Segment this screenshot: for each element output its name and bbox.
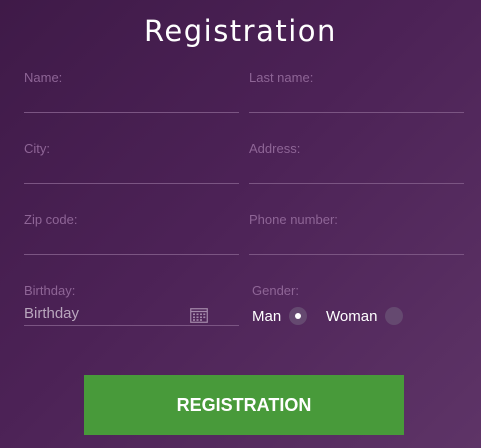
phone-number-field-group: Phone number: xyxy=(249,212,464,260)
gender-woman-radio[interactable] xyxy=(385,307,404,325)
zip-code-input[interactable] xyxy=(24,230,239,255)
gender-option-woman[interactable]: Woman xyxy=(326,305,404,327)
name-label: Name: xyxy=(24,70,63,85)
address-label: Address: xyxy=(249,141,301,156)
phone-number-label: Phone number: xyxy=(249,212,338,227)
registration-submit-button[interactable]: REGISTRATION xyxy=(84,375,404,435)
gender-option-man[interactable]: Man xyxy=(252,305,308,327)
city-field-group: City: xyxy=(24,141,239,189)
address-field-group: Address: xyxy=(249,141,464,189)
last-name-label: Last name: xyxy=(249,70,314,85)
birthday-label: Birthday: xyxy=(24,283,76,298)
birthday-field-group: Birthday: xyxy=(24,283,239,331)
zip-code-label: Zip code: xyxy=(24,212,78,227)
name-input[interactable] xyxy=(24,88,239,113)
gender-option-man-label: Man xyxy=(252,307,282,325)
page-title: Registration xyxy=(144,14,337,48)
zip-code-field-group: Zip code: xyxy=(24,212,239,260)
calendar-icon[interactable] xyxy=(190,307,208,323)
last-name-input[interactable] xyxy=(249,88,464,113)
gender-group: Gender: Man Woman xyxy=(252,283,462,331)
last-name-field-group: Last name: xyxy=(249,70,464,118)
gender-man-radio[interactable] xyxy=(289,307,308,325)
gender-option-woman-label: Woman xyxy=(326,307,378,325)
phone-number-input[interactable] xyxy=(249,230,464,255)
name-field-group: Name: xyxy=(24,70,239,118)
city-input[interactable] xyxy=(24,159,239,184)
city-label: City: xyxy=(24,141,50,156)
address-input[interactable] xyxy=(249,159,464,184)
gender-label: Gender: xyxy=(252,283,299,298)
